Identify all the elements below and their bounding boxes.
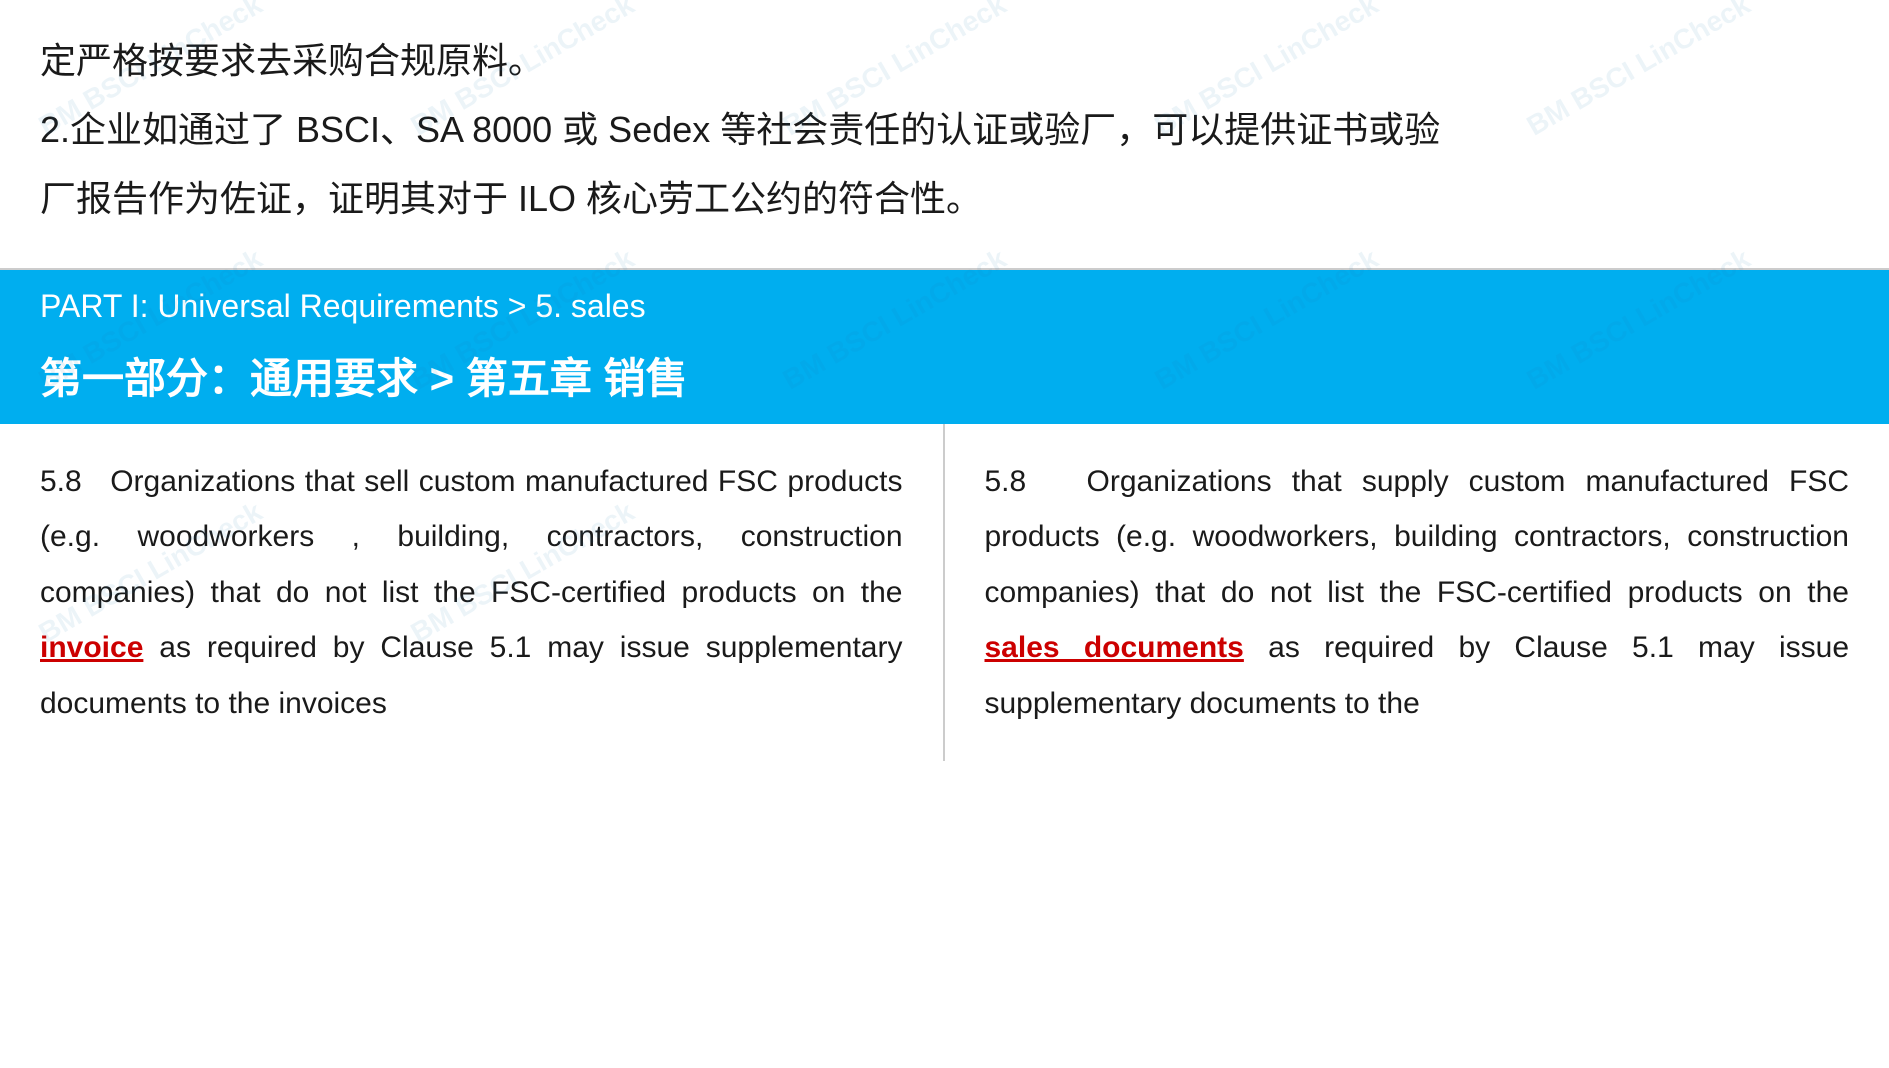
column-left: 5.8 Organizations that sell custom manuf… <box>0 424 945 762</box>
header-section: PART I: Universal Requirements > 5. sale… <box>0 270 1889 424</box>
column-right: 5.8 Organizations that supply custom man… <box>945 424 1889 762</box>
left-section-number: 5.8 <box>40 465 82 498</box>
left-invoice-link[interactable]: invoice <box>40 631 143 664</box>
page-wrapper: BM BSCI LinCheck BM BSCI LinCheck BM BSC… <box>0 0 1889 761</box>
top-section: 定严格按要求去采购合规原料。 2.企业如通过了 BSCI、SA 8000 或 S… <box>0 0 1889 270</box>
chinese-line-1: 定严格按要求去采购合规原料。 <box>40 30 1849 91</box>
right-text-before-link: Organizations that supply custom manufac… <box>985 465 1850 609</box>
right-sales-documents-link[interactable]: sales documents <box>985 631 1244 664</box>
left-text-after-link: as required by Clause 5.1 may issue supp… <box>40 631 903 720</box>
chinese-line-2: 2.企业如通过了 BSCI、SA 8000 或 Sedex 等社会责任的认证或验… <box>40 99 1849 160</box>
chinese-line-3: 厂报告作为佐证，证明其对于 ILO 核心劳工公约的符合性。 <box>40 168 1849 229</box>
header-chinese-title: 第一部分：通用要求 > 第五章 销售 <box>0 335 1889 424</box>
content-columns: 5.8 Organizations that sell custom manuf… <box>0 424 1889 762</box>
right-section-number: 5.8 <box>985 465 1027 498</box>
header-part-label: PART I: Universal Requirements > 5. sale… <box>0 270 1889 335</box>
left-text-before-link: Organizations that sell custom manufactu… <box>40 465 903 609</box>
chinese-text-block: 定严格按要求去采购合规原料。 2.企业如通过了 BSCI、SA 8000 或 S… <box>40 30 1849 230</box>
